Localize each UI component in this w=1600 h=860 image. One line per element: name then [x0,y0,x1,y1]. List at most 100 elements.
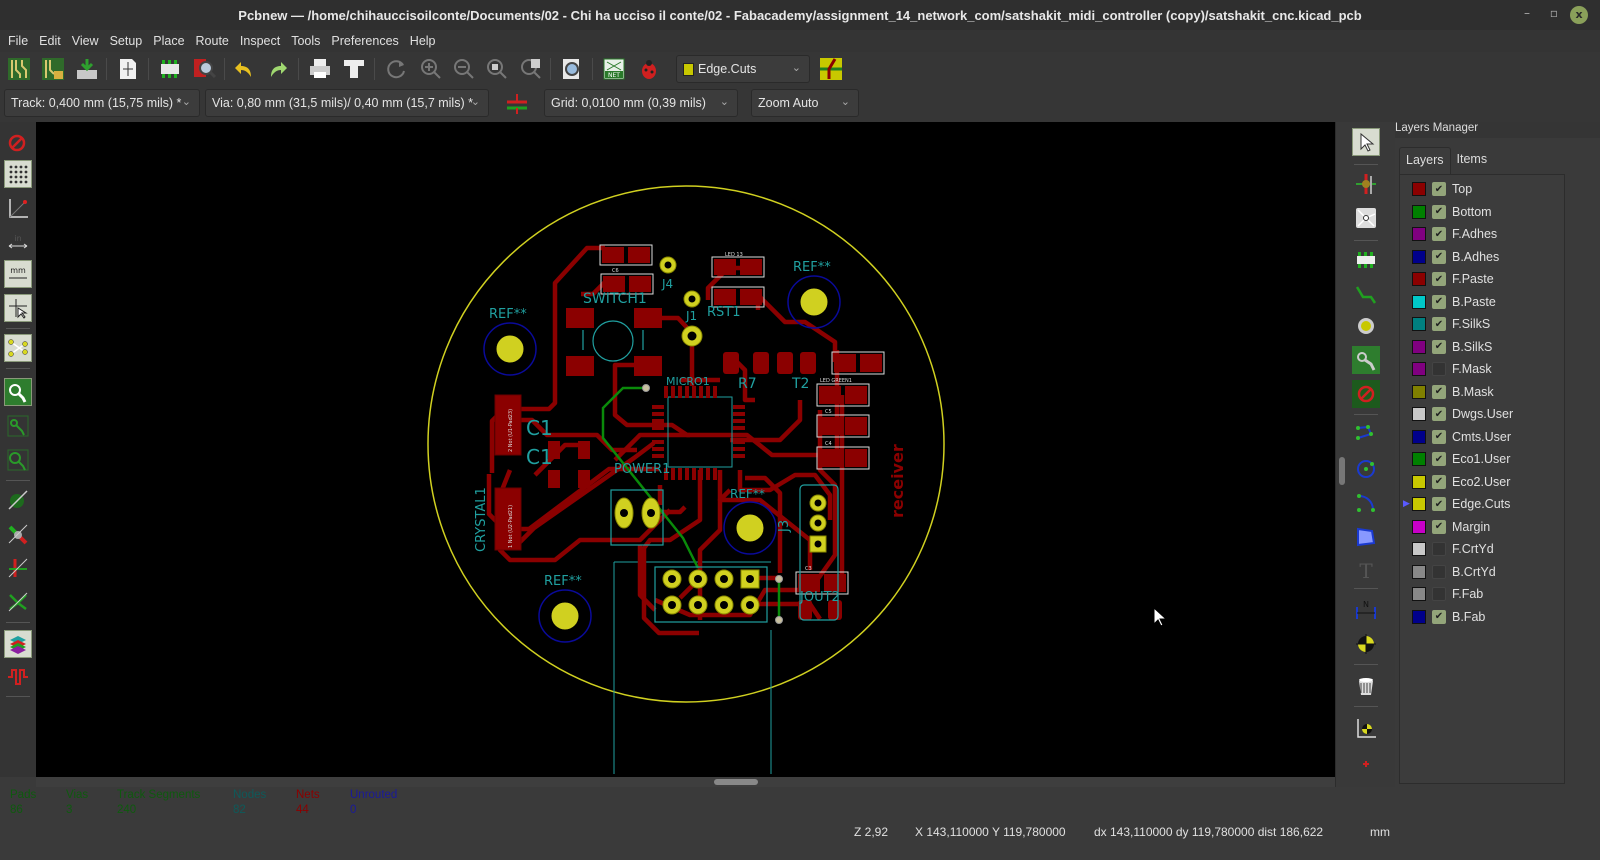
zoom-in-icon[interactable] [418,56,444,82]
show-vias-sketch-icon[interactable] [4,412,32,440]
layer-color-swatch[interactable] [1412,429,1426,444]
layer-row[interactable]: F.Mask [1412,359,1492,379]
layer-color-swatch[interactable] [1412,564,1426,579]
layer-row[interactable]: ✔ Eco1.User [1412,449,1510,469]
add-via-icon[interactable] [1352,312,1380,340]
layer-visibility-checkbox[interactable]: ✔ [1432,519,1446,534]
layer-visibility-checkbox[interactable]: ✔ [1432,182,1446,196]
layer-color-swatch[interactable] [1412,204,1426,219]
layer-color-swatch[interactable] [1412,272,1426,286]
layer-color-swatch[interactable] [1412,227,1426,241]
scrollbar-thumb[interactable] [714,779,758,785]
layer-row[interactable]: ✔ F.SilkS [1412,314,1490,334]
netlist-icon[interactable]: NET [601,56,627,82]
ratsnest-icon[interactable] [4,334,32,362]
layer-color-swatch[interactable] [1412,317,1426,331]
menu-tools[interactable]: Tools [289,34,329,48]
menu-setup[interactable]: Setup [108,34,152,48]
layer-pair-icon[interactable] [818,56,844,82]
layer-color-swatch[interactable] [1412,587,1426,601]
print-icon[interactable] [307,56,333,82]
layer-visibility-checkbox[interactable]: ✔ [1432,407,1446,421]
minimize-button[interactable]: – [1524,6,1530,20]
add-target-icon[interactable] [1352,630,1380,658]
find-icon[interactable] [559,56,585,82]
add-polygon-icon[interactable] [1352,522,1380,550]
page-settings-icon[interactable] [115,56,141,82]
add-zone-icon[interactable] [1352,346,1380,374]
zone-display-icon[interactable] [4,486,32,514]
menu-place[interactable]: Place [151,34,193,48]
layer-row[interactable]: ✔ B.Fab [1412,607,1485,627]
local-ratsnest-icon[interactable] [1352,204,1380,232]
layer-visibility-checkbox[interactable] [1432,542,1446,556]
track-width-select[interactable]: Track: 0,400 mm (15,75 mils) * ⌄ [4,89,200,117]
layer-visibility-checkbox[interactable] [1432,362,1446,376]
layer-visibility-checkbox[interactable]: ✔ [1432,609,1446,624]
layer-visibility-checkbox[interactable] [1432,587,1446,601]
auto-track-width-icon[interactable] [504,91,530,117]
menu-route[interactable]: Route [194,34,238,48]
zoom-out-icon[interactable] [451,56,477,82]
layer-row[interactable]: ✔ F.Paste [1412,269,1494,289]
menu-preferences[interactable]: Preferences [329,34,407,48]
layer-visibility-checkbox[interactable]: ✔ [1432,497,1446,511]
layer-row[interactable]: ✔ Margin [1412,517,1490,537]
zoom-fit-icon[interactable] [484,56,510,82]
layers-manager-toggle-icon[interactable] [4,630,32,658]
footprint-editor-icon[interactable] [157,56,183,82]
select-tool-icon[interactable] [1352,128,1380,156]
layer-visibility-checkbox[interactable]: ✔ [1432,317,1446,331]
layer-color-swatch[interactable] [1412,294,1426,309]
layer-color-swatch[interactable] [1412,542,1426,556]
add-graphic-line-icon[interactable] [1352,420,1380,448]
new-board-icon[interactable] [6,56,32,82]
layer-color-swatch[interactable] [1412,362,1426,376]
redraw-icon[interactable] [384,56,410,82]
units-mm-icon[interactable]: mm [4,260,32,288]
highlight-net-icon[interactable] [1352,170,1380,198]
maximize-button[interactable]: ▫ [1550,6,1558,20]
horizontal-scrollbar[interactable] [36,777,1335,787]
drc-off-icon[interactable] [4,128,32,156]
show-pads-filled-icon[interactable] [4,378,32,406]
tab-layers[interactable]: Layers [1399,147,1451,175]
layer-row[interactable]: ✔ B.SilkS [1412,337,1492,357]
zoom-select[interactable]: Zoom Auto ⌄ [751,89,859,117]
layer-row[interactable]: ▶ ✔ Edge.Cuts [1403,494,1510,514]
set-origin-icon[interactable] [1352,714,1380,742]
cursor-shape-icon[interactable] [4,294,32,322]
footprint-viewer-icon[interactable] [191,56,217,82]
layer-color-swatch[interactable] [1412,249,1426,264]
layer-color-swatch[interactable] [1412,339,1426,354]
layer-visibility-checkbox[interactable]: ✔ [1432,384,1446,399]
layer-color-swatch[interactable] [1412,384,1426,399]
layer-visibility-checkbox[interactable]: ✔ [1432,474,1446,489]
add-arc-icon[interactable] [1352,488,1380,516]
route-track-icon[interactable] [1352,280,1380,308]
microwave-toolbar-icon[interactable] [4,588,32,616]
layer-row[interactable]: ✔ Eco2.User [1412,472,1510,492]
layer-visibility-checkbox[interactable]: ✔ [1432,429,1446,444]
grid-toggle-icon[interactable] [4,160,32,188]
add-dimension-icon[interactable]: N [1352,596,1380,624]
plot-icon[interactable] [341,56,367,82]
layer-visibility-checkbox[interactable]: ✔ [1432,452,1446,466]
menu-edit[interactable]: Edit [37,34,70,48]
open-board-icon[interactable] [40,56,66,82]
grid-origin-icon[interactable] [1352,750,1380,778]
layer-row[interactable]: ✔ Cmts.User [1412,427,1511,447]
layer-visibility-checkbox[interactable]: ✔ [1432,272,1446,286]
high-contrast-icon[interactable] [4,554,32,582]
pcb-canvas[interactable]: REF** REF** REF** REF** SWITCH1 J1 J4 RS… [36,122,1335,777]
layer-row[interactable]: ✔ Bottom [1412,202,1492,222]
layer-color-swatch[interactable] [1412,519,1426,534]
grid-select[interactable]: Grid: 0,0100 mm (0,39 mils) ⌄ [544,89,738,117]
layer-color-swatch[interactable] [1412,407,1426,421]
add-text-icon[interactable]: T [1352,556,1380,584]
add-circle-icon[interactable] [1352,454,1380,482]
polar-coords-icon[interactable] [4,194,32,222]
layer-visibility-checkbox[interactable]: ✔ [1432,294,1446,309]
add-footprint-icon[interactable] [1352,246,1380,274]
save-board-icon[interactable] [74,56,100,82]
